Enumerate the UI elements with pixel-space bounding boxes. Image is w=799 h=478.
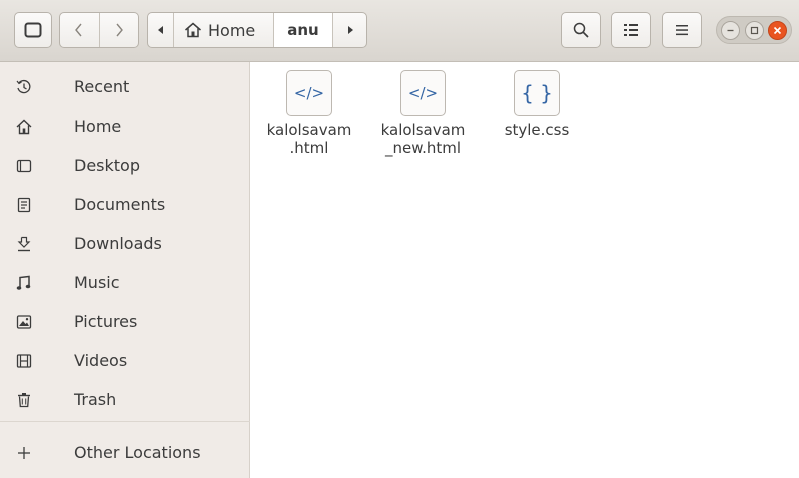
html-file-icon: </> [286, 70, 332, 116]
home-icon [185, 22, 201, 38]
sidebar-item-label: Other Locations [74, 443, 201, 462]
sidebar-item-label: Videos [74, 351, 128, 370]
music-icon [16, 275, 31, 290]
sidebar-item-label: Home [74, 117, 122, 136]
forward-button[interactable] [98, 13, 139, 47]
sidebar-item-trash[interactable]: Trash [0, 380, 250, 419]
header-bar: Home anu [0, 0, 799, 62]
minimize-icon [727, 29, 734, 31]
sidebar-item-label: Desktop [74, 156, 140, 175]
sidebar-item-pictures[interactable]: Pictures [0, 302, 250, 341]
search-icon [573, 22, 589, 38]
desktop-icon [16, 159, 32, 172]
file-manager-window: Home anu Recent Home Desktop Documents D… [0, 0, 799, 478]
sidebar-separator [0, 421, 250, 422]
css-file-icon: { } [514, 70, 560, 116]
file-item-kalolsavam-new-html[interactable]: </> kalolsavam _new.html [373, 70, 473, 157]
picture-icon [16, 314, 32, 329]
home-icon [16, 119, 32, 134]
sidebar-toggle-button[interactable] [14, 12, 52, 48]
file-name: style.css [504, 121, 570, 139]
clock-icon [16, 79, 31, 93]
path-current-folder[interactable]: anu [274, 13, 332, 47]
hamburger-icon [676, 25, 688, 36]
chevron-right-icon [116, 23, 123, 37]
sidebar-item-label: Pictures [74, 312, 138, 331]
download-icon [17, 236, 31, 251]
sidebar-item-documents[interactable]: Documents [0, 185, 250, 224]
path-home-label: Home [208, 20, 256, 40]
sidebar-item-recent[interactable]: Recent [0, 67, 250, 106]
plus-icon [18, 446, 30, 459]
path-scroll-right-button[interactable] [332, 13, 366, 47]
film-icon [16, 353, 32, 368]
sidebar-toggle-icon [24, 22, 42, 38]
path-home-button[interactable]: Home [174, 13, 274, 47]
close-button[interactable] [767, 20, 787, 40]
file-name: kalolsavam .html [266, 121, 352, 157]
braces-glyph-text: { } [523, 81, 551, 105]
code-glyph: </> [295, 84, 323, 102]
search-button[interactable] [561, 12, 601, 48]
sidebar-item-label: Recent [74, 77, 130, 96]
menu-button[interactable] [662, 12, 702, 48]
sidebar-item-label: Downloads [74, 234, 162, 253]
window-controls [716, 16, 792, 44]
document-icon [17, 197, 31, 212]
navigation-buttons [59, 12, 139, 48]
view-toggle-button[interactable] [611, 12, 651, 48]
code-glyph-text: </> [295, 84, 323, 102]
sidebar-item-label: Music [74, 273, 120, 292]
path-current-label: anu [287, 21, 319, 39]
back-button[interactable] [60, 13, 99, 47]
path-scroll-left-button[interactable] [148, 13, 174, 47]
code-glyph: </> [409, 84, 437, 102]
triangle-left-icon [157, 26, 163, 34]
list-view-icon [624, 24, 638, 36]
sidebar-item-label: Trash [74, 390, 117, 409]
sidebar-item-other-locations[interactable]: Other Locations [0, 433, 250, 472]
trash-icon [18, 392, 30, 407]
places-sidebar: Recent Home Desktop Documents Downloads … [0, 62, 250, 478]
triangle-right-icon [347, 26, 353, 34]
sidebar-item-music[interactable]: Music [0, 263, 250, 302]
chevron-left-icon [75, 23, 82, 37]
file-item-kalolsavam-html[interactable]: </> kalolsavam .html [259, 70, 359, 157]
sidebar-item-label: Documents [74, 195, 166, 214]
file-item-style-css[interactable]: { } style.css [487, 70, 587, 139]
braces-glyph: { } [523, 81, 551, 105]
maximize-button[interactable] [744, 20, 764, 40]
sidebar-item-downloads[interactable]: Downloads [0, 224, 250, 263]
file-view: </> kalolsavam .html </> kalolsavam _new… [251, 62, 799, 478]
sidebar-item-home[interactable]: Home [0, 107, 250, 146]
html-file-icon: </> [400, 70, 446, 116]
maximize-icon [750, 26, 758, 34]
sidebar-item-videos[interactable]: Videos [0, 341, 250, 380]
sidebar-item-desktop[interactable]: Desktop [0, 146, 250, 185]
code-glyph-text: </> [409, 84, 437, 102]
close-icon [773, 26, 781, 34]
minimize-button[interactable] [721, 20, 741, 40]
file-name: kalolsavam _new.html [380, 121, 466, 157]
path-bar: Home anu [147, 12, 367, 48]
